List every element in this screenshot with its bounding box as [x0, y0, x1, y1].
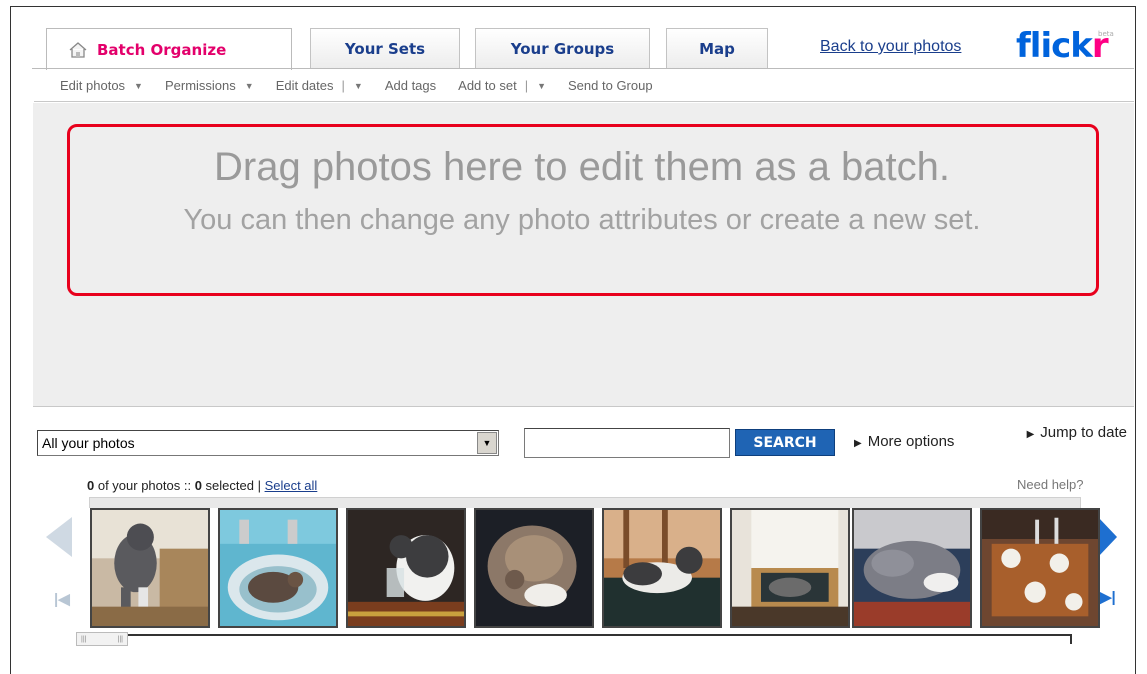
- menu-edit-dates[interactable]: Edit dates | ▼: [276, 78, 363, 93]
- dropdown-arrow-icon[interactable]: ▼: [477, 432, 497, 454]
- next-arrow-icon[interactable]: [1098, 517, 1117, 557]
- search-button[interactable]: SEARCH: [735, 429, 835, 456]
- menu-permissions[interactable]: Permissions ▼: [165, 78, 254, 93]
- chevron-down-icon: ▼: [244, 80, 254, 91]
- chevron-down-icon: ▼: [353, 80, 363, 91]
- menu-add-to-set[interactable]: Add to set | ▼: [458, 78, 546, 93]
- jump-to-date-toggle[interactable]: ▶ Jump to date: [1022, 424, 1127, 444]
- tab-label: Map: [699, 40, 735, 58]
- photo-thumbnail[interactable]: [474, 508, 594, 628]
- photo-thumbnail[interactable]: [90, 508, 210, 628]
- tab-batch-organize[interactable]: Batch Organize: [46, 28, 292, 70]
- home-icon: [69, 41, 87, 58]
- need-help-link[interactable]: Need help?: [1017, 477, 1084, 492]
- photo-thumbnail[interactable]: [730, 508, 850, 628]
- tab-label: Your Sets: [344, 40, 426, 58]
- selection-status: 0 of your photos :: 0 selected | Select …: [87, 478, 318, 493]
- select-all-link[interactable]: Select all: [265, 478, 318, 493]
- photo-thumbnail[interactable]: [852, 508, 972, 628]
- search-input[interactable]: [524, 428, 730, 458]
- menu-edit-photos[interactable]: Edit photos ▼: [60, 78, 143, 93]
- strip-scroll-handle[interactable]: ||| |||: [76, 632, 128, 646]
- tab-label: Your Groups: [510, 40, 615, 58]
- first-page-icon[interactable]: |◀: [54, 590, 70, 608]
- photo-filter-select[interactable]: All your photos: [37, 430, 499, 456]
- flickr-logo[interactable]: flickr beta: [1016, 26, 1114, 66]
- grip-icon: |||: [81, 635, 87, 643]
- more-options-toggle[interactable]: ▶ More options: [854, 433, 954, 450]
- batch-menu-bar: Edit photos ▼ Permissions ▼ Edit dates | ▼ A…: [34, 70, 1134, 102]
- tab-your-sets[interactable]: Your Sets: [310, 28, 460, 69]
- chevron-down-icon: ▼: [537, 80, 547, 91]
- strip-scroll-track[interactable]: [90, 634, 1072, 644]
- last-page-icon[interactable]: ▶|: [1100, 588, 1116, 606]
- triangle-right-icon: ▶: [854, 438, 862, 449]
- drop-zone-subtext: You can then change any photo attributes…: [183, 204, 981, 236]
- photo-strip-header: [89, 497, 1081, 508]
- photo-thumbnail[interactable]: [346, 508, 466, 628]
- tab-divider: [32, 68, 1134, 69]
- back-to-photos-link[interactable]: Back to your photos: [820, 38, 961, 56]
- photo-thumbnail[interactable]: [980, 508, 1100, 628]
- tab-your-groups[interactable]: Your Groups: [475, 28, 650, 69]
- chevron-down-icon: ▼: [134, 80, 143, 91]
- tab-map[interactable]: Map: [666, 28, 768, 69]
- triangle-right-icon: ▶: [1026, 429, 1035, 440]
- menu-send-to-group[interactable]: Send to Group: [568, 78, 653, 93]
- drop-zone-heading: Drag photos here to edit them as a batch…: [214, 145, 950, 189]
- grip-icon: |||: [117, 635, 123, 643]
- photo-thumbnail[interactable]: [218, 508, 338, 628]
- tab-label: Batch Organize: [97, 40, 227, 59]
- menu-add-tags[interactable]: Add tags: [385, 78, 436, 93]
- previous-arrow-icon[interactable]: [46, 517, 72, 557]
- photo-thumbnail[interactable]: [602, 508, 722, 628]
- beta-badge: beta: [1098, 30, 1114, 38]
